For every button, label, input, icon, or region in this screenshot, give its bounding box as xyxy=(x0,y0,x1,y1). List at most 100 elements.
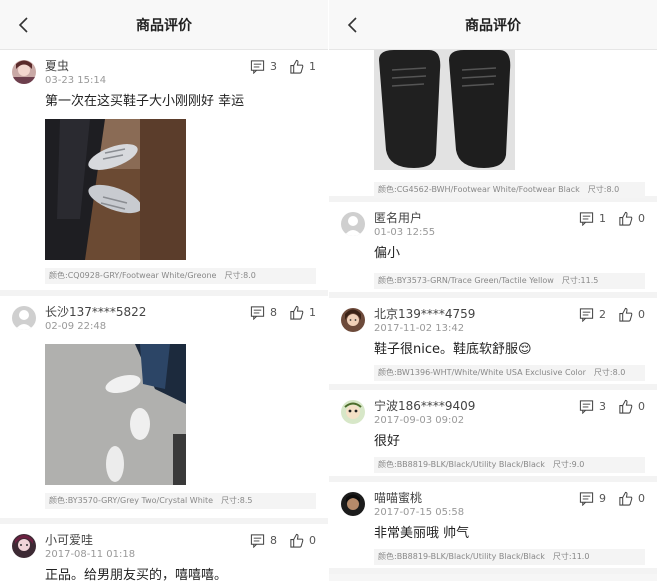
like-button[interactable]: 1 xyxy=(289,59,316,74)
comment-button[interactable]: 8 xyxy=(250,533,277,548)
header: 商品评价 xyxy=(329,0,657,50)
review-text: 非常美丽哦 帅气 xyxy=(374,526,470,541)
review-item: 喵喵蜜桃 2017-07-15 05:58 9 0 非常美丽哦 帅气 颜色:BB… xyxy=(329,482,657,574)
header: 商品评价 xyxy=(0,0,328,50)
spec-bar: 颜色:BW1396-WHT/White/White USA Exclusive … xyxy=(374,365,645,381)
right-screen: 商品评价 颜色:CG4562-BWH/Footwear White/Footwe… xyxy=(329,0,657,581)
page-title: 商品评价 xyxy=(465,17,521,34)
comment-icon xyxy=(250,60,265,74)
comment-button[interactable]: 8 xyxy=(250,305,277,320)
spec-bar: 颜色:BB8819-BLK/Black/Utility Black/Black 尺… xyxy=(374,457,645,473)
thumbs-up-icon xyxy=(619,491,633,506)
size-label: 尺寸:8.0 xyxy=(587,185,620,194)
page-title: 商品评价 xyxy=(136,17,192,34)
review-item: 小可爱哇 2017-08-11 01:18 8 0 正品。给男朋友买的，嘻嘻嘻。 xyxy=(0,524,328,581)
like-count: 0 xyxy=(638,400,645,413)
color-label: 颜色:BY3573-GRN/Trace Green/Tactile Yellow xyxy=(378,276,554,285)
thumbs-up-icon xyxy=(290,305,304,320)
thumbs-up-icon xyxy=(619,307,633,322)
comment-icon xyxy=(579,400,594,414)
comment-icon xyxy=(250,534,265,548)
comment-button[interactable]: 1 xyxy=(579,211,606,226)
avatar xyxy=(341,212,365,236)
comment-icon xyxy=(579,492,594,506)
review-text: 很好 xyxy=(374,434,401,449)
review-text: 偏小 xyxy=(374,246,401,261)
comment-count: 8 xyxy=(270,306,277,319)
review-item: 匿名用户 01-03 12:55 1 0 偏小 颜色:BY3573-GRN/Tr… xyxy=(329,202,657,298)
comment-button[interactable]: 9 xyxy=(579,491,606,506)
thumbs-up-icon xyxy=(619,211,633,226)
like-button[interactable]: 0 xyxy=(618,211,645,226)
comment-count: 8 xyxy=(270,534,277,547)
review-date: 2017-07-15 05:58 xyxy=(374,507,465,518)
review-text: 鞋子很nice。鞋底软舒服😌 xyxy=(374,342,532,357)
spec-bar: 颜色:CG4562-BWH/Footwear White/Footwear Bl… xyxy=(374,182,645,198)
review-date: 01-03 12:55 xyxy=(374,227,436,238)
review-date: 2017-08-11 01:18 xyxy=(45,549,136,560)
like-button[interactable]: 1 xyxy=(289,305,316,320)
avatar xyxy=(341,308,365,332)
like-count: 0 xyxy=(309,534,316,547)
like-button[interactable]: 0 xyxy=(618,307,645,322)
review-photo[interactable] xyxy=(45,344,186,485)
avatar xyxy=(12,534,36,558)
color-label: 颜色:CQ0928-GRY/Footwear White/Greone xyxy=(49,271,217,280)
avatar xyxy=(12,306,36,330)
review-item: 夏虫 03-23 15:14 3 1 第一次在这买鞋子大小刚刚好 幸运 颜色:C… xyxy=(0,50,328,296)
review-item: 颜色:CG4562-BWH/Footwear White/Footwear Bl… xyxy=(329,50,657,202)
like-count: 0 xyxy=(638,308,645,321)
like-count: 0 xyxy=(638,212,645,225)
review-item: 长沙137****5822 02-09 22:48 8 1 颜色:BY3570-… xyxy=(0,296,328,524)
chevron-left-icon[interactable] xyxy=(14,15,34,35)
like-button[interactable]: 0 xyxy=(618,491,645,506)
review-date: 2017-09-03 09:02 xyxy=(374,415,465,426)
thumbs-up-icon xyxy=(290,533,304,548)
comment-count: 9 xyxy=(599,492,606,505)
review-date: 2017-11-02 13:42 xyxy=(374,323,465,334)
avatar xyxy=(12,60,36,84)
comment-icon xyxy=(579,308,594,322)
spec-bar: 颜色:BB8819-BLK/Black/Utility Black/Black 尺… xyxy=(374,549,645,565)
comment-count: 1 xyxy=(599,212,606,225)
color-label: 颜色:CG4562-BWH/Footwear White/Footwear Bl… xyxy=(378,185,580,194)
comment-count: 3 xyxy=(270,60,277,73)
size-label: 尺寸:8.0 xyxy=(224,271,256,280)
color-label: 颜色:BB8819-BLK/Black/Utility Black/Black xyxy=(378,460,545,469)
review-text: 第一次在这买鞋子大小刚刚好 幸运 xyxy=(45,94,245,109)
comment-count: 2 xyxy=(599,308,606,321)
size-label: 尺寸:8.5 xyxy=(221,496,253,505)
color-label: 颜色:BW1396-WHT/White/White USA Exclusive … xyxy=(378,368,586,377)
like-count: 0 xyxy=(638,492,645,505)
size-label: 尺寸:11.0 xyxy=(552,552,590,561)
like-count: 1 xyxy=(309,306,316,319)
comment-count: 3 xyxy=(599,400,606,413)
color-label: 颜色:BB8819-BLK/Black/Utility Black/Black xyxy=(378,552,545,561)
avatar xyxy=(341,400,365,424)
comment-button[interactable]: 2 xyxy=(579,307,606,322)
like-button[interactable]: 0 xyxy=(289,533,316,548)
review-text: 正品。给男朋友买的，嘻嘻嘻。 xyxy=(45,568,228,581)
spec-bar: 颜色:BY3570-GRY/Grey Two/Crystal White 尺寸:8… xyxy=(45,493,316,509)
chevron-left-icon[interactable] xyxy=(343,15,363,35)
thumbs-up-icon xyxy=(290,59,304,74)
comment-button[interactable]: 3 xyxy=(579,399,606,414)
spec-bar: 颜色:CQ0928-GRY/Footwear White/Greone 尺寸:8.… xyxy=(45,268,316,284)
size-label: 尺寸:11.5 xyxy=(561,276,599,285)
review-item: 宁波186****9409 2017-09-03 09:02 3 0 很好 颜色… xyxy=(329,390,657,482)
color-label: 颜色:BY3570-GRY/Grey Two/Crystal White xyxy=(49,496,214,505)
thumbs-up-icon xyxy=(619,399,633,414)
left-screen: 商品评价 夏虫 03-23 15:14 3 1 第一次在这买鞋子大小刚刚好 幸运 xyxy=(0,0,328,581)
review-item: 北京139****4759 2017-11-02 13:42 2 0 鞋子很ni… xyxy=(329,298,657,390)
comment-icon xyxy=(579,212,594,226)
review-photo[interactable] xyxy=(45,119,186,260)
review-date: 02-09 22:48 xyxy=(45,321,107,332)
review-photo[interactable] xyxy=(374,50,515,170)
size-label: 尺寸:8.0 xyxy=(593,368,626,377)
comment-icon xyxy=(250,306,265,320)
review-date: 03-23 15:14 xyxy=(45,75,107,86)
avatar xyxy=(341,492,365,516)
size-label: 尺寸:9.0 xyxy=(552,460,585,469)
comment-button[interactable]: 3 xyxy=(250,59,277,74)
like-button[interactable]: 0 xyxy=(618,399,645,414)
